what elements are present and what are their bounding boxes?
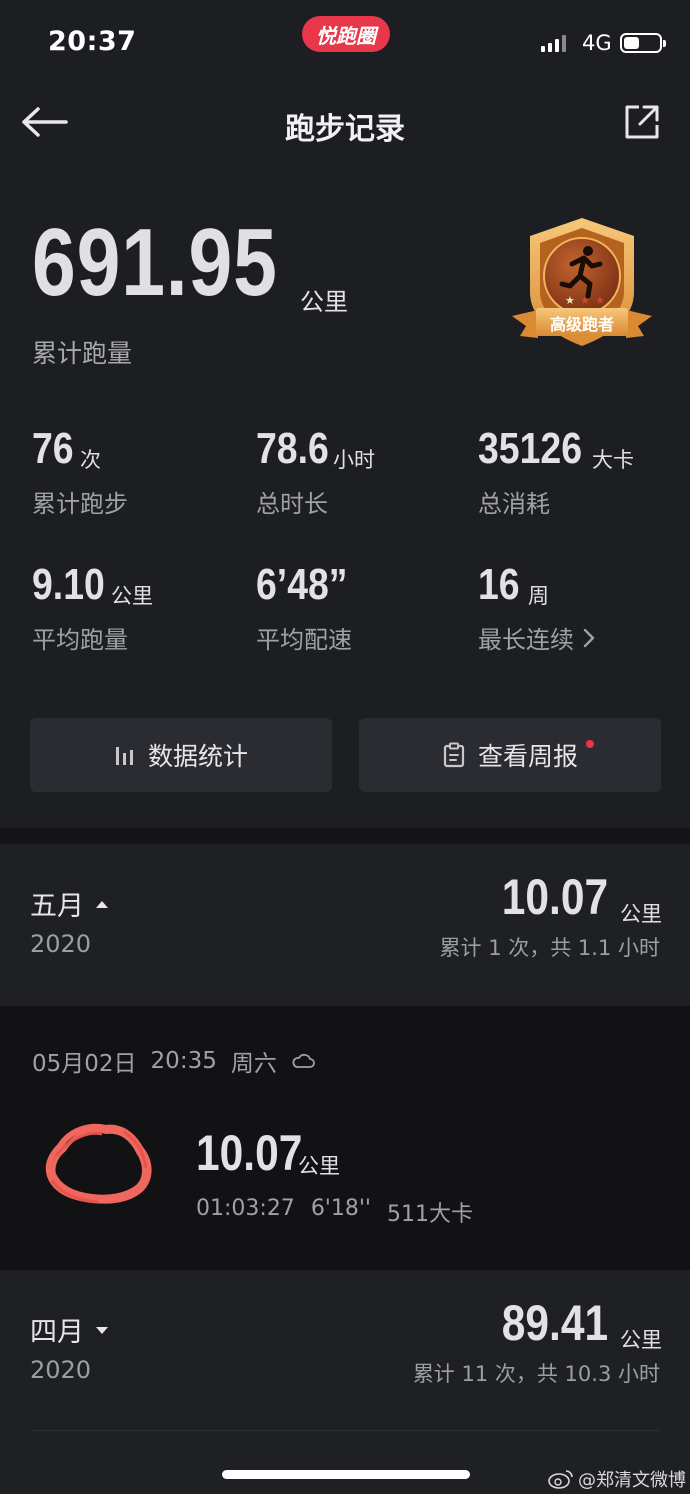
battery-level	[624, 37, 639, 49]
battery-icon	[620, 33, 666, 53]
run-duration: 01:03:27	[196, 1196, 295, 1221]
runner-level-badge[interactable]: ★ ★ ★ 高级跑者	[508, 214, 656, 354]
run-distance-unit: 公里	[298, 1154, 340, 1178]
status-time: 20:37	[48, 26, 137, 57]
stat-value: 6’48”	[256, 560, 348, 609]
caret-up-icon[interactable]	[94, 898, 110, 910]
stat-label: 平均跑量	[32, 626, 128, 654]
stat-total-runs: 76	[32, 424, 81, 474]
cloud-icon	[292, 1053, 315, 1068]
list-divider	[32, 1430, 660, 1431]
run-details: 01:03:27 6'18'' 511大卡	[196, 1196, 473, 1228]
caret-down-icon[interactable]	[94, 1324, 110, 1336]
month-distance: 10.07	[483, 868, 608, 926]
month-distance-value: 10.07	[501, 869, 608, 925]
badge-label: 高级跑者	[549, 315, 614, 334]
stat-unit: 次	[80, 448, 101, 472]
month-summary: 累计 11 次，共 10.3 小时	[412, 1362, 660, 1386]
run-weekday: 周六	[230, 1051, 277, 1077]
share-icon[interactable]	[622, 102, 662, 142]
month-name-label: 五月	[30, 891, 84, 922]
svg-text:★: ★	[580, 294, 590, 307]
run-meta: 05月02日 20:35 周六	[32, 1044, 315, 1078]
run-distance-value: 10.07	[196, 1125, 303, 1181]
stat-value: 76	[32, 424, 74, 473]
total-distance-value: 691.95	[32, 209, 278, 316]
notification-dot	[586, 740, 594, 748]
month-name-label: 四月	[30, 1317, 84, 1348]
stat-unit: 周	[528, 584, 549, 608]
home-indicator[interactable]	[222, 1470, 470, 1479]
data-stats-label: 数据统计	[147, 742, 248, 771]
weekly-report-label: 查看周报	[477, 742, 578, 771]
stat-label: 平均配速	[256, 626, 352, 654]
stat-unit: 小时	[333, 448, 375, 472]
section-divider	[0, 828, 690, 844]
weibo-logo-icon	[548, 1470, 573, 1489]
stat-value: 9.10	[32, 560, 105, 609]
total-distance-unit: 公里	[300, 288, 348, 316]
longest-streak-link[interactable]: 最长连续	[478, 620, 596, 655]
stat-total-calories: 35126	[478, 424, 600, 474]
stat-value: 16	[478, 560, 520, 609]
stat-label: 累计跑步	[32, 490, 128, 518]
month-distance-unit: 公里	[620, 1328, 662, 1352]
svg-text:★: ★	[595, 294, 605, 307]
month-year: 2020	[30, 930, 92, 958]
clipboard-icon	[443, 742, 465, 768]
page-title: 跑步记录	[285, 112, 405, 147]
weekly-report-button[interactable]: 查看周报	[359, 718, 661, 792]
month-distance-value: 89.41	[501, 1295, 608, 1351]
stat-avg-distance: 9.10	[32, 560, 118, 610]
month-row-april[interactable]: 四月 2020 89.41 公里 累计 11 次，共 10.3 小时	[0, 1270, 690, 1494]
watermark: @郑清文微博	[548, 1466, 686, 1492]
month-row-may[interactable]: 五月 2020 10.07 公里 累计 1 次，共 1.1 小时	[0, 844, 690, 1006]
stat-avg-pace: 6’48”	[256, 560, 364, 610]
stat-total-time: 78.6	[256, 424, 342, 474]
month-year: 2020	[30, 1356, 92, 1384]
stat-longest-streak[interactable]: 16	[478, 560, 527, 610]
run-calories: 511大卡	[386, 1202, 473, 1227]
stat-label: 最长连续	[478, 626, 574, 654]
stat-unit: 大卡	[592, 448, 634, 472]
stat-value: 78.6	[256, 424, 329, 473]
month-name: 四月	[30, 1310, 110, 1349]
network-type: 4G	[582, 31, 612, 55]
run-time: 20:35	[150, 1048, 217, 1074]
month-summary: 累计 1 次，共 1.1 小时	[439, 936, 660, 960]
route-map-thumbnail	[45, 1123, 152, 1204]
stat-label: 总消耗	[478, 490, 550, 518]
month-name: 五月	[30, 884, 110, 923]
run-date: 05月02日	[32, 1051, 137, 1077]
svg-text:★: ★	[565, 294, 575, 307]
month-distance-unit: 公里	[620, 902, 662, 926]
stat-value: 35126	[478, 424, 583, 473]
stat-unit: 公里	[111, 584, 153, 608]
bar-chart-icon	[115, 747, 133, 765]
watermark-text: @郑清文微博	[578, 1470, 686, 1491]
app-brand-pill: 悦跑圈	[302, 16, 390, 52]
stat-label: 总时长	[256, 490, 328, 518]
month-distance: 89.41	[483, 1294, 608, 1352]
run-pace: 6'18''	[310, 1196, 371, 1221]
data-stats-button[interactable]: 数据统计	[30, 718, 332, 792]
cellular-signal-icon	[541, 34, 566, 52]
chevron-right-icon	[583, 628, 595, 647]
total-distance-label: 累计跑量	[32, 339, 133, 368]
